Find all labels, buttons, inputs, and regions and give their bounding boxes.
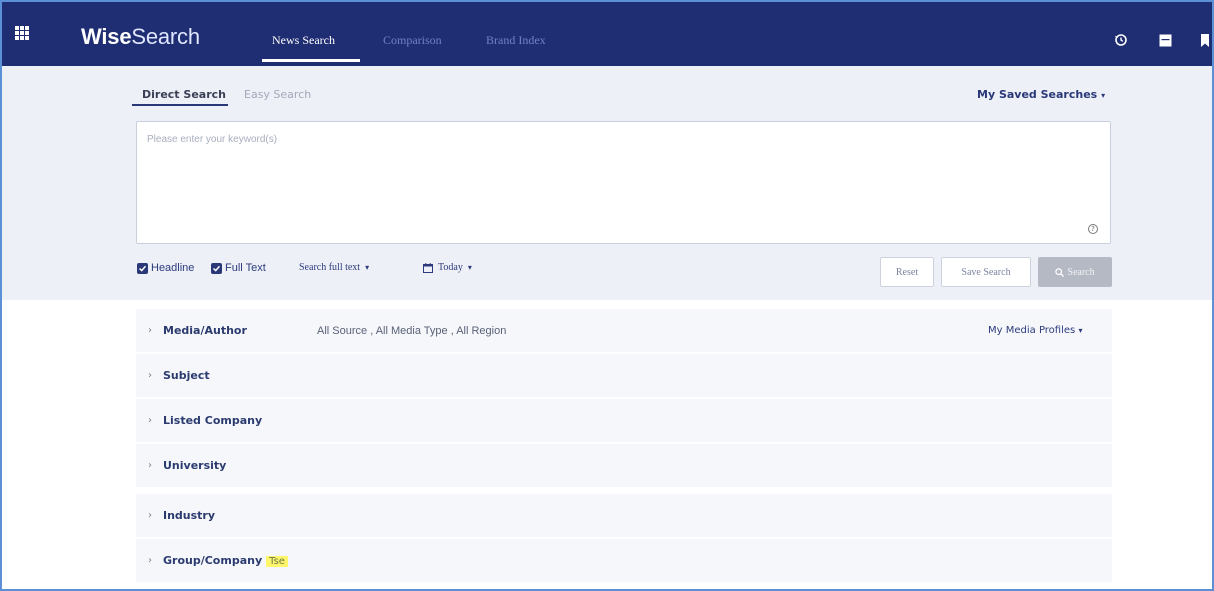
tab-comparison[interactable]: Comparison xyxy=(383,33,442,48)
filter-label: University xyxy=(163,459,227,472)
chevron-right-icon: › xyxy=(148,325,152,336)
filter-label: Media/Author xyxy=(163,324,247,337)
subtab-active-indicator xyxy=(132,104,228,106)
fulltext-label: Full Text xyxy=(225,262,266,274)
subtab-direct-search[interactable]: Direct Search xyxy=(142,88,226,101)
headline-checkbox-group[interactable]: Headline xyxy=(137,262,194,274)
saved-searches-label: My Saved Searches xyxy=(977,88,1098,101)
panel-icon[interactable] xyxy=(1158,33,1172,47)
search-mode-dropdown[interactable]: Search full text ▾ xyxy=(299,262,369,273)
apps-menu-button[interactable] xyxy=(0,0,44,66)
my-media-profiles-dropdown[interactable]: My Media Profiles ▾ xyxy=(988,325,1082,336)
subtab-easy-search[interactable]: Easy Search xyxy=(244,88,311,101)
fulltext-checkbox-group[interactable]: Full Text xyxy=(211,262,266,274)
filter-listed-company[interactable]: › Listed Company xyxy=(136,399,1112,443)
selected-badge: Tse xyxy=(266,556,288,567)
date-range-label: Today xyxy=(438,262,463,273)
bookmark-icon[interactable] xyxy=(1198,33,1212,47)
logo-bold-text: Wise xyxy=(81,24,132,49)
tab-brand-index[interactable]: Brand Index xyxy=(486,33,546,48)
calendar-icon xyxy=(423,262,433,273)
filter-label: Listed Company xyxy=(163,414,263,427)
filter-label-text: Group/Company xyxy=(163,554,263,567)
save-search-button[interactable]: Save Search xyxy=(941,257,1031,287)
media-profiles-label: My Media Profiles xyxy=(988,325,1076,336)
headline-checkbox[interactable] xyxy=(137,262,148,274)
filter-label: Subject xyxy=(163,369,210,382)
my-saved-searches-dropdown[interactable]: My Saved Searches ▾ xyxy=(977,88,1105,101)
filter-media-author[interactable]: › Media/Author All Source , All Media Ty… xyxy=(136,309,1112,353)
caret-down-icon: ▾ xyxy=(467,263,472,272)
wisesearch-logo[interactable]: WiseSearch xyxy=(81,24,200,50)
headline-label: Headline xyxy=(151,262,195,274)
filter-value: All Source , All Media Type , All Region xyxy=(317,324,507,337)
chevron-right-icon: › xyxy=(148,510,152,521)
caret-down-icon: ▾ xyxy=(365,263,370,272)
date-range-dropdown[interactable]: Today ▾ xyxy=(423,262,472,273)
chevron-right-icon: › xyxy=(148,370,152,381)
filter-subject[interactable]: › Subject xyxy=(136,354,1112,398)
apps-grid-icon xyxy=(15,26,29,40)
chevron-right-icon: › xyxy=(148,460,152,471)
logo-light-text: Search xyxy=(131,24,200,49)
reset-button[interactable]: Reset xyxy=(880,257,934,287)
filter-label: Industry xyxy=(163,509,216,522)
search-button-label: Search xyxy=(1067,266,1095,278)
search-button[interactable]: Search xyxy=(1038,257,1112,287)
chevron-right-icon: › xyxy=(148,555,152,566)
fulltext-checkbox[interactable] xyxy=(211,262,222,274)
filter-industry[interactable]: › Industry xyxy=(136,494,1112,538)
search-icon xyxy=(1055,267,1065,277)
history-icon[interactable] xyxy=(1114,33,1128,47)
filter-university[interactable]: › University xyxy=(136,444,1112,488)
filter-group-company[interactable]: › Group/Company Tse xyxy=(136,539,1112,583)
filter-label: Group/Company Tse xyxy=(163,554,288,567)
chevron-right-icon: › xyxy=(148,415,152,426)
tab-news-search[interactable]: News Search xyxy=(272,33,335,48)
caret-down-icon: ▾ xyxy=(1101,91,1106,100)
active-tab-indicator xyxy=(262,59,360,62)
caret-down-icon: ▾ xyxy=(1078,326,1083,335)
search-mode-label: Search full text xyxy=(299,262,361,273)
keyword-input-box xyxy=(136,121,1111,244)
help-icon[interactable]: ? xyxy=(1088,224,1098,234)
keyword-input[interactable] xyxy=(137,122,1110,243)
top-navigation-bar: WiseSearch News Search Comparison Brand … xyxy=(0,0,1214,66)
